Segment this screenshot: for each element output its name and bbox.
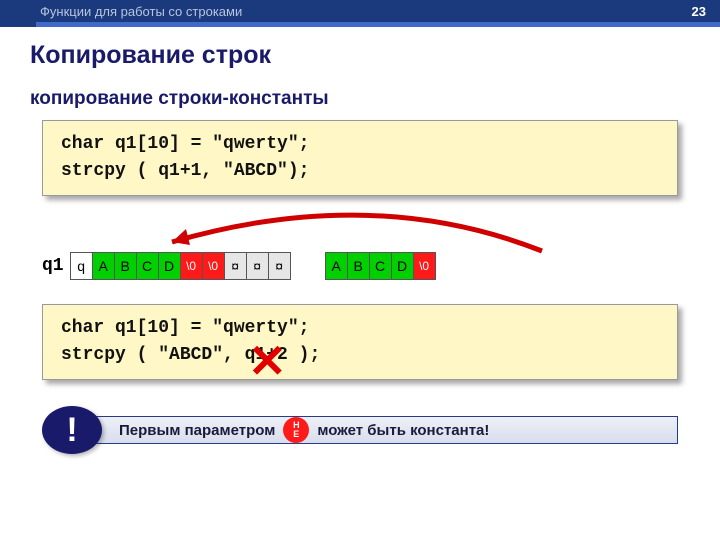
array-cell: B [347,253,369,279]
slide-title: Копирование строк [30,41,690,70]
array-cell: ¤ [268,253,290,279]
alert-callout: Первым параметром Н Е может быть констан… [42,410,678,450]
array-cell: \0 [202,253,224,279]
array-cell: D [391,253,413,279]
exclamation-icon: ! [42,406,102,454]
ne-badge: Н Е [283,417,309,443]
alert-text-after: может быть константа! [317,422,489,439]
page-number: 23 [692,4,706,19]
array-cell: A [325,253,347,279]
array-cell: C [369,253,391,279]
array-cell: D [158,253,180,279]
array-cell: B [114,253,136,279]
top-bar: Функции для работы со строками 23 [0,0,720,22]
array-label: q1 [42,256,64,276]
array-cell: q [70,253,92,279]
slide-subtitle: копирование строки-константы [30,88,690,110]
array-cell: \0 [413,253,435,279]
array-cell: \0 [180,253,202,279]
code-block-1: char q1[10] = "qwerty"; strcpy ( q1+1, "… [42,120,678,196]
alert-text-before: Первым параметром [119,422,275,439]
code-block-2: char q1[10] = "qwerty"; strcpy ( "ABCD",… [42,304,678,380]
array-cell: ¤ [246,253,268,279]
array-cell: ¤ [224,253,246,279]
array-cell: A [92,253,114,279]
accent-stripe [0,22,720,27]
array-cell: C [136,253,158,279]
topbar-title: Функции для работы со строками [40,4,242,19]
array-src: ABCD\0 [325,252,436,280]
x-mark-icon: ✕ [248,338,287,384]
array-diagram: q1 qABCD\0\0¤¤¤ ABCD\0 [42,196,690,304]
array-q1: qABCD\0\0¤¤¤ [70,252,291,280]
